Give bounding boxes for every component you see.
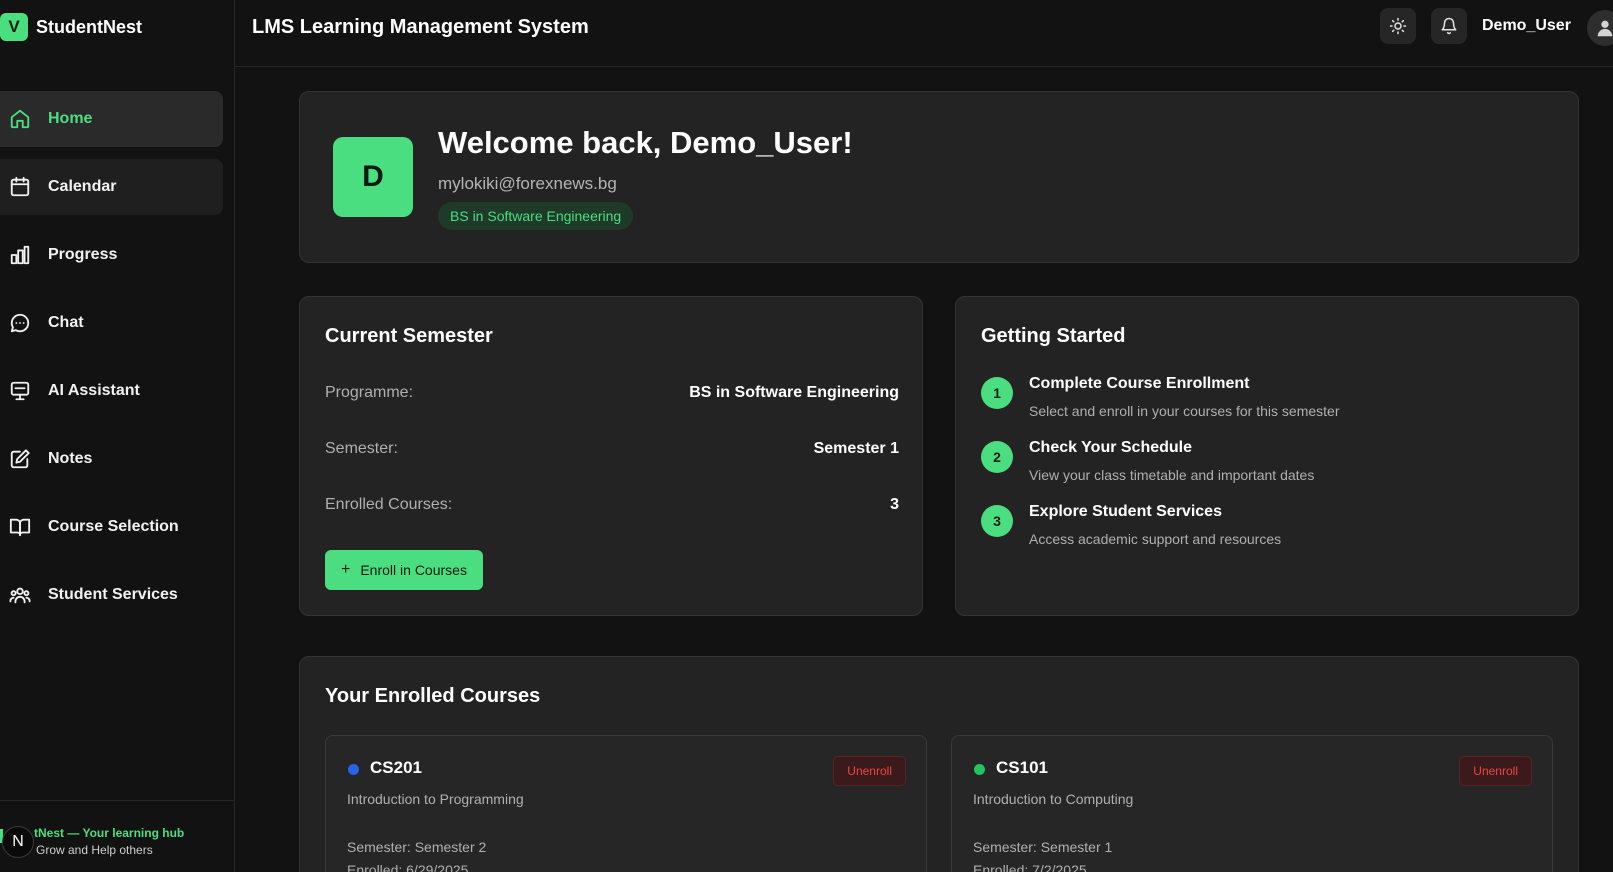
course-card-cs101[interactable]: CS101 Unenroll Introduction to Computing… — [951, 735, 1553, 872]
button-label: Enroll in Courses — [360, 562, 467, 578]
welcome-title: Welcome back, Demo_User! — [438, 125, 853, 160]
sidebar-item-label: Student Services — [48, 586, 178, 603]
sidebar-item-calendar[interactable]: Calendar — [0, 159, 223, 215]
row-key: Enrolled Courses: — [325, 496, 453, 513]
chat-bubble-icon — [10, 313, 30, 333]
sidebar-item-home[interactable]: Home — [0, 91, 223, 147]
sidebar: V StudentNest Home Calendar Progress Cha… — [0, 0, 235, 872]
course-name: Introduction to Programming — [347, 791, 524, 807]
bar-chart-icon — [10, 245, 30, 265]
step-title: Complete Course Enrollment — [1029, 375, 1250, 392]
sidebar-item-label: Chat — [48, 314, 84, 331]
row-value: BS in Software Engineering — [689, 384, 899, 401]
welcome-card: D Welcome back, Demo_User! mylokiki@fore… — [299, 91, 1579, 263]
users-icon — [9, 587, 31, 604]
course-card-cs201[interactable]: CS201 Unenroll Introduction to Programmi… — [325, 735, 927, 872]
notifications-button[interactable] — [1431, 8, 1467, 44]
step-item: 2 Check Your Schedule View your class ti… — [981, 439, 1551, 495]
row-key: Semester: — [325, 440, 398, 457]
app-title: LMS Learning Management System — [252, 16, 589, 38]
brand-logo: V — [0, 13, 28, 41]
monitor-icon — [10, 381, 30, 401]
row-key: Programme: — [325, 384, 414, 401]
sidebar-item-label: Course Selection — [48, 518, 179, 535]
sidebar-item-label: Home — [48, 110, 93, 127]
sidebar-footer: N tNest — Your learning hub Grow and Hel… — [0, 800, 234, 872]
user-avatar[interactable] — [1587, 10, 1613, 46]
getting-started-card: Getting Started 1 Complete Course Enroll… — [955, 296, 1579, 616]
step-item: 3 Explore Student Services Access academ… — [981, 503, 1551, 559]
footer-tagline: tNest — Your learning hub — [34, 826, 185, 840]
profile-avatar: D — [333, 137, 413, 217]
sidebar-item-student-services[interactable]: Student Services — [0, 567, 223, 623]
step-description: View your class timetable and important … — [1029, 467, 1315, 483]
edit-icon — [10, 449, 30, 469]
course-name: Introduction to Computing — [973, 791, 1134, 807]
course-code: CS201 — [370, 758, 422, 777]
bell-icon — [1441, 17, 1457, 35]
unenroll-button[interactable]: Unenroll — [833, 756, 906, 786]
semester-row: Semester: Semester 1 — [325, 437, 899, 461]
plus-icon: + — [341, 561, 351, 578]
course-code: CS101 — [996, 758, 1048, 777]
sidebar-item-notes[interactable]: Notes — [0, 431, 223, 487]
sidebar-item-label: AI Assistant — [48, 382, 140, 399]
theme-toggle-button[interactable] — [1380, 8, 1416, 44]
course-enrolled-date: Enrolled: 7/2/2025 — [973, 862, 1087, 872]
enroll-in-courses-button[interactable]: + Enroll in Courses — [325, 550, 483, 590]
footer-subtitle: Grow and Help others — [36, 843, 153, 857]
sidebar-item-label: Calendar — [48, 178, 117, 195]
unenroll-button[interactable]: Unenroll — [1459, 756, 1532, 786]
sidebar-item-ai-assistant[interactable]: AI Assistant — [0, 363, 223, 419]
brand[interactable]: V StudentNest — [0, 13, 142, 41]
step-number: 2 — [981, 441, 1013, 473]
step-description: Access academic support and resources — [1029, 531, 1282, 547]
step-title: Check Your Schedule — [1029, 439, 1193, 456]
footer-avatar[interactable]: N — [2, 826, 34, 858]
card-title: Current Semester — [325, 325, 493, 347]
top-header: LMS Learning Management System Demo_User — [235, 0, 1613, 67]
current-semester-card: Current Semester Programme: BS in Softwa… — [299, 296, 923, 616]
course-enrolled-date: Enrolled: 6/29/2025 — [347, 862, 469, 872]
sidebar-item-progress[interactable]: Progress — [0, 227, 223, 283]
step-item: 1 Complete Course Enrollment Select and … — [981, 375, 1551, 431]
sun-icon — [1389, 17, 1407, 35]
step-description: Select and enroll in your courses for th… — [1029, 403, 1340, 419]
home-icon — [10, 109, 30, 129]
enrolled-courses-card: Your Enrolled Courses CS201 Unenroll Int… — [299, 656, 1579, 872]
brand-name: StudentNest — [36, 16, 143, 37]
step-title: Explore Student Services — [1029, 503, 1222, 520]
course-semester: Semester: Semester 1 — [973, 839, 1113, 855]
card-title: Getting Started — [981, 325, 1126, 347]
course-semester: Semester: Semester 2 — [347, 839, 487, 855]
user-icon — [1597, 20, 1613, 37]
user-email: mylokiki@forexnews.bg — [438, 174, 617, 193]
calendar-icon — [10, 176, 30, 197]
step-number: 3 — [981, 505, 1013, 537]
sidebar-nav: Home Calendar Progress Chat AI Assistant… — [0, 91, 223, 635]
step-number: 1 — [981, 377, 1013, 409]
enrolled-courses-row: Enrolled Courses: 3 — [325, 493, 899, 517]
sidebar-item-label: Progress — [48, 246, 118, 263]
program-badge: BS in Software Engineering — [438, 202, 634, 230]
programme-row: Programme: BS in Software Engineering — [325, 381, 899, 405]
card-title: Your Enrolled Courses — [325, 685, 541, 707]
course-color-dot — [348, 764, 359, 775]
header-user-name[interactable]: Demo_User — [1482, 17, 1571, 35]
row-value: 3 — [890, 496, 899, 513]
sidebar-item-label: Notes — [48, 450, 93, 467]
row-value: Semester 1 — [813, 440, 899, 457]
course-color-dot — [974, 764, 985, 775]
sidebar-item-chat[interactable]: Chat — [0, 295, 223, 351]
sidebar-item-course-selection[interactable]: Course Selection — [0, 499, 223, 555]
book-icon — [9, 518, 31, 537]
